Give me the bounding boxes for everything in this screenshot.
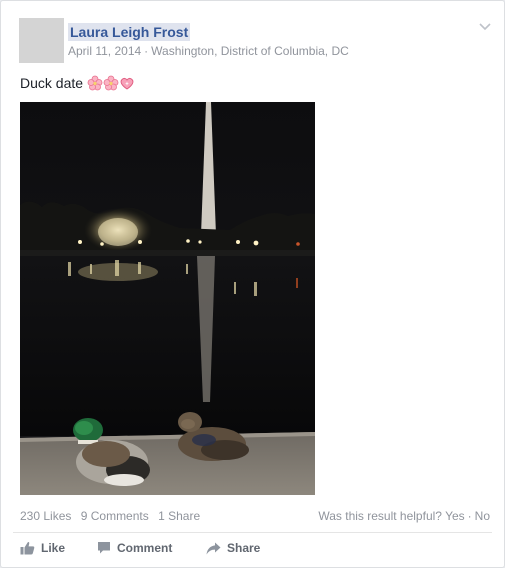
likes-count[interactable]: 230 Likes bbox=[20, 509, 71, 523]
actions-divider bbox=[13, 532, 492, 533]
helpful-question: Was this result helpful? bbox=[318, 509, 442, 523]
helpful-yes-link[interactable]: Yes bbox=[445, 509, 465, 523]
post-date[interactable]: April 11, 2014 bbox=[68, 44, 141, 58]
post-text-content: Duck date bbox=[20, 75, 84, 91]
post-card: Laura Leigh Frost April 11, 2014 · Washing… bbox=[0, 0, 505, 568]
share-label: Share bbox=[227, 541, 261, 555]
helpful-separator: · bbox=[467, 509, 472, 523]
post-stats: 230 Likes 9 Comments 1 Share bbox=[20, 509, 206, 524]
helpful-no-link[interactable]: No bbox=[475, 509, 490, 523]
like-label: Like bbox=[41, 541, 66, 555]
cherry-blossom-icon bbox=[87, 75, 103, 91]
comments-count[interactable]: 9 Comments bbox=[81, 509, 149, 523]
post-text: Duck date bbox=[20, 74, 135, 92]
speech-bubble-icon bbox=[98, 542, 110, 554]
chevron-down-icon[interactable] bbox=[479, 23, 491, 31]
share-button[interactable]: Share bbox=[206, 540, 260, 556]
meta-separator: · bbox=[144, 44, 149, 58]
share-arrow-icon bbox=[206, 542, 221, 554]
cherry-blossom-icon bbox=[103, 75, 119, 91]
like-button[interactable]: Like bbox=[20, 540, 65, 556]
helpful-prompt: Was this result helpful? Yes · No bbox=[318, 509, 490, 524]
post-meta: April 11, 2014 · Washington, District of C… bbox=[68, 44, 349, 59]
shares-count[interactable]: 1 Share bbox=[158, 509, 200, 523]
post-photo[interactable] bbox=[20, 102, 315, 495]
sparkling-heart-icon bbox=[120, 77, 134, 90]
thumbs-up-icon bbox=[20, 542, 35, 555]
post-emojis bbox=[87, 75, 135, 91]
post-location[interactable]: Washington, District of Columbia, DC bbox=[151, 44, 349, 58]
avatar[interactable] bbox=[19, 18, 64, 63]
comment-label: Comment bbox=[117, 541, 173, 555]
post-author-name[interactable]: Laura Leigh Frost bbox=[68, 23, 191, 41]
comment-button[interactable]: Comment bbox=[97, 540, 172, 556]
